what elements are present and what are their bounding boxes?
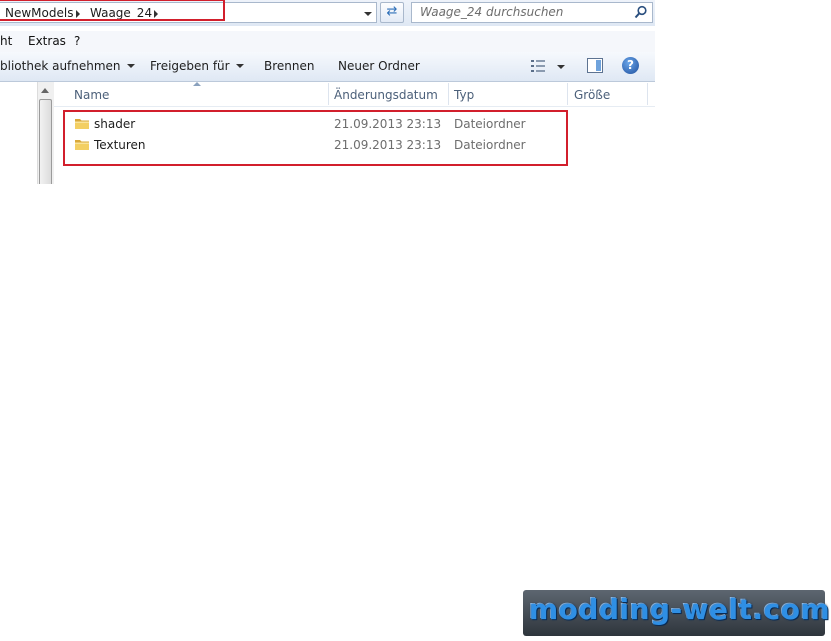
column-header-size[interactable]: Größe bbox=[574, 88, 610, 102]
share-with-button[interactable]: Freigeben für bbox=[150, 59, 244, 73]
explorer-window: NewModels Waage_24 ⇄ Waage_24 durchsuche… bbox=[0, 0, 655, 184]
watermark-logo: modding-welt.com bbox=[523, 590, 830, 636]
column-divider[interactable] bbox=[567, 83, 568, 105]
menu-item-help[interactable]: ? bbox=[74, 34, 80, 48]
new-folder-button[interactable]: Neuer Ordner bbox=[338, 59, 420, 73]
scroll-thumb[interactable] bbox=[39, 99, 52, 184]
help-icon[interactable]: ? bbox=[622, 57, 639, 74]
views-dropdown-icon[interactable] bbox=[557, 65, 565, 69]
column-divider[interactable] bbox=[448, 83, 449, 105]
column-header-date[interactable]: Änderungsdatum bbox=[334, 88, 438, 102]
burn-button[interactable]: Brennen bbox=[264, 59, 314, 73]
menu-item-extras[interactable]: Extras bbox=[28, 34, 66, 48]
share-with-label: Freigeben für bbox=[150, 59, 230, 73]
views-icon[interactable] bbox=[531, 59, 547, 73]
address-history-dropdown-icon[interactable] bbox=[364, 12, 372, 16]
include-in-library-label: bliothek aufnehmen bbox=[0, 59, 121, 73]
address-highlight-box bbox=[0, 0, 225, 21]
search-placeholder: Waage_24 durchsuchen bbox=[420, 5, 564, 19]
refresh-button[interactable]: ⇄ bbox=[380, 2, 404, 23]
watermark-text: modding-welt.com bbox=[529, 593, 831, 626]
search-input[interactable]: Waage_24 durchsuchen bbox=[411, 2, 653, 23]
refresh-icon: ⇄ bbox=[386, 4, 398, 19]
files-highlight-box bbox=[63, 110, 568, 166]
chevron-down-icon bbox=[126, 64, 135, 68]
preview-pane-icon[interactable] bbox=[587, 58, 603, 73]
include-in-library-button[interactable]: bliothek aufnehmen bbox=[0, 59, 135, 73]
scroll-up-icon[interactable] bbox=[41, 88, 49, 93]
address-row: NewModels Waage_24 ⇄ Waage_24 durchsuche… bbox=[0, 0, 655, 26]
menu-bar: ht Extras ? bbox=[0, 31, 655, 53]
column-header-type[interactable]: Typ bbox=[454, 88, 474, 102]
menu-item-ansicht[interactable]: ht bbox=[0, 34, 12, 48]
search-icon[interactable] bbox=[634, 5, 648, 19]
sort-ascending-icon bbox=[193, 82, 201, 86]
column-divider[interactable] bbox=[647, 83, 648, 105]
column-divider[interactable] bbox=[328, 83, 329, 105]
column-header-name[interactable]: Name bbox=[74, 88, 109, 102]
chevron-down-icon bbox=[235, 64, 244, 68]
command-bar: bliothek aufnehmen Freigeben für Brennen… bbox=[0, 52, 655, 82]
